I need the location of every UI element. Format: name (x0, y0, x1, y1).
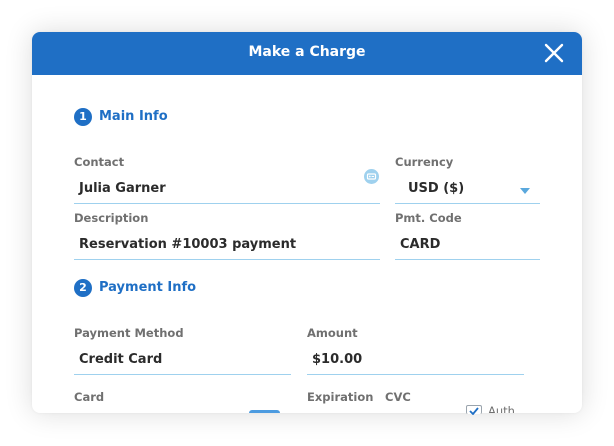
section-title-payment: Payment Info (99, 280, 197, 295)
section-number-payment: 2 (74, 279, 92, 297)
contact-label: Contact (74, 155, 125, 169)
chevron-down-icon[interactable] (520, 188, 530, 194)
pmt-code-field[interactable]: CARD (395, 234, 540, 260)
close-icon[interactable] (542, 41, 566, 65)
currency-select[interactable]: USD ($) (395, 178, 540, 204)
auth-label: Auth (488, 404, 515, 413)
cvc-label: CVC (385, 390, 411, 404)
description-label: Description (74, 211, 149, 225)
pmt-code-label: Pmt. Code (395, 211, 462, 225)
card-select-button[interactable] (249, 410, 280, 413)
description-value: Reservation #10003 payment (79, 237, 297, 252)
contact-card-icon[interactable] (364, 169, 379, 184)
payment-method-value: Credit Card (79, 352, 163, 367)
dialog-header: Make a Charge (32, 32, 582, 75)
dialog-title: Make a Charge (248, 44, 366, 60)
payment-method-field[interactable]: Credit Card (74, 349, 291, 375)
pmt-code-value: CARD (400, 237, 441, 252)
amount-value: $10.00 (312, 352, 363, 367)
amount-label: Amount (307, 326, 358, 340)
amount-field[interactable]: $10.00 (307, 349, 524, 375)
contact-field[interactable]: Julia Garner (74, 178, 380, 204)
section-title-main: Main Info (99, 109, 168, 124)
contact-value: Julia Garner (79, 181, 166, 196)
section-number-main: 1 (74, 108, 92, 126)
expiration-label: Expiration (307, 390, 374, 404)
auth-checkbox[interactable] (466, 405, 482, 415)
currency-label: Currency (395, 155, 454, 169)
description-field[interactable]: Reservation #10003 payment (74, 234, 380, 260)
card-label: Card (74, 390, 105, 404)
payment-method-label: Payment Method (74, 326, 184, 340)
currency-value: USD ($) (408, 181, 465, 196)
